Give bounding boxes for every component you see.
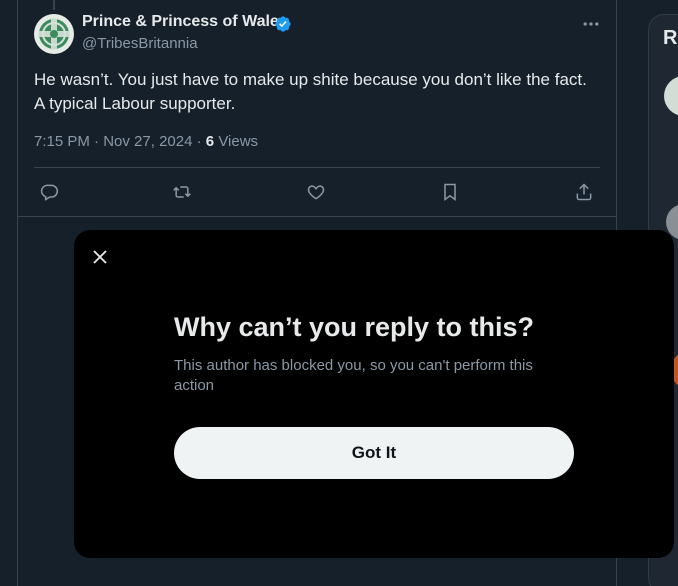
tweet-text: He wasn’t. You just have to make up shit… bbox=[34, 70, 587, 113]
tweet-time[interactable]: 7:15 PM bbox=[34, 133, 90, 150]
tweet-actions bbox=[34, 179, 600, 205]
celtic-cross-icon bbox=[35, 15, 73, 53]
tweet-date[interactable]: Nov 27, 2024 bbox=[103, 133, 192, 150]
tweet-meta: 7:15 PM · Nov 27, 2024 · 6 Views bbox=[34, 133, 258, 150]
got-it-button[interactable]: Got It bbox=[174, 427, 574, 479]
views-label: Views bbox=[218, 133, 259, 150]
sidebar-heading: R bbox=[663, 27, 678, 49]
bookmark-icon bbox=[444, 183, 456, 201]
page: Prince & Princess of Wales @TribesBritan… bbox=[0, 0, 678, 586]
like-button[interactable] bbox=[303, 179, 329, 205]
reply-icon bbox=[40, 184, 59, 201]
author-name[interactable]: Prince & Princess of Wales bbox=[82, 13, 288, 31]
share-icon bbox=[576, 183, 592, 201]
retweet-button[interactable] bbox=[169, 179, 195, 205]
share-button[interactable] bbox=[571, 179, 597, 205]
divider bbox=[34, 167, 600, 168]
dialog-title: Why can’t you reply to this? bbox=[174, 312, 535, 342]
like-icon bbox=[307, 185, 325, 200]
bookmark-button[interactable] bbox=[437, 179, 463, 205]
dialog-message: This author has blocked you, so you can'… bbox=[174, 357, 533, 394]
retweet-icon bbox=[173, 186, 191, 198]
views-count: 6 bbox=[205, 133, 215, 150]
author-avatar[interactable] bbox=[34, 14, 74, 54]
reply-button[interactable] bbox=[36, 179, 62, 205]
author-handle[interactable]: @TribesBritannia bbox=[82, 35, 198, 52]
meta-separator: · bbox=[196, 133, 202, 150]
more-options-icon[interactable] bbox=[580, 14, 602, 34]
verified-badge-icon[interactable] bbox=[274, 15, 292, 33]
meta-separator: · bbox=[94, 133, 100, 150]
close-icon[interactable] bbox=[89, 246, 111, 268]
thread-connector bbox=[53, 0, 55, 10]
divider bbox=[18, 216, 616, 217]
